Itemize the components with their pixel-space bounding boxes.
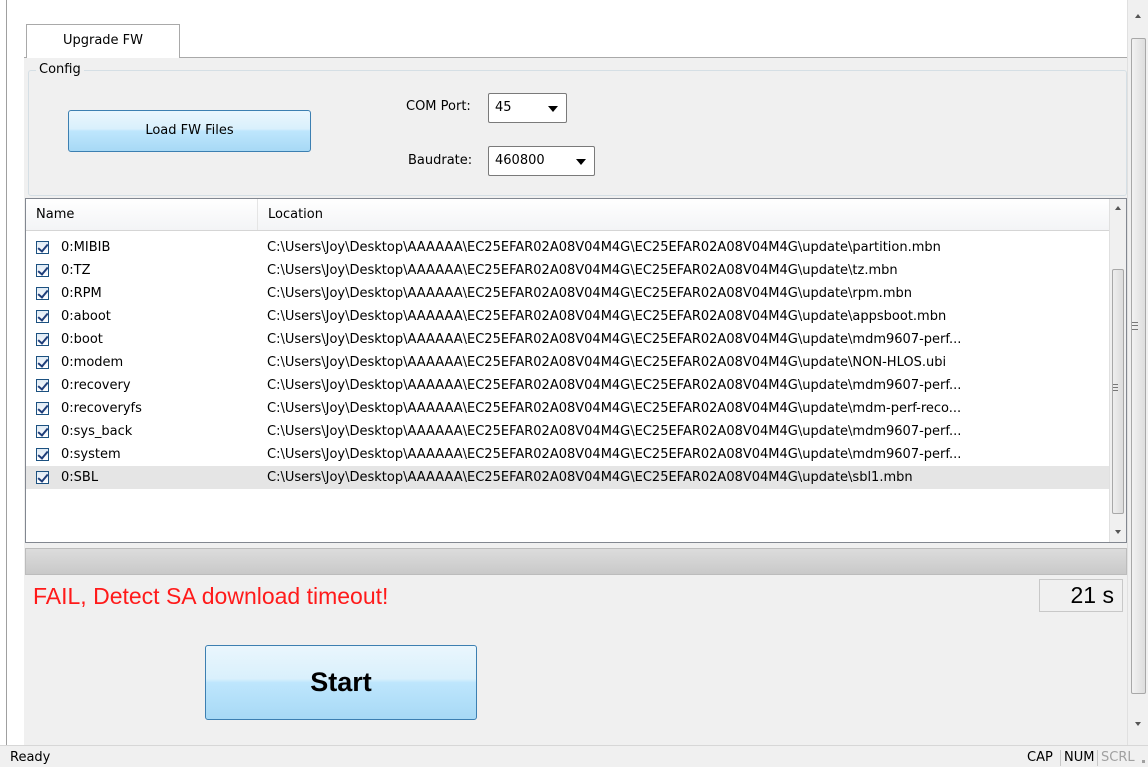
file-location: C:\Users\Joy\Desktop\AAAAAA\EC25EFAR02A0… [267, 447, 962, 462]
list-item[interactable]: 0:aboot C:\Users\Joy\Desktop\AAAAAA\EC25E… [26, 305, 1110, 328]
fw-file-list[interactable]: Name Location 0:MIBIB C:\Users\Joy\Deskto… [25, 198, 1127, 543]
checkbox[interactable] [36, 379, 49, 392]
file-name: 0:recovery [61, 378, 131, 393]
checkbox[interactable] [36, 425, 49, 438]
file-name: 0:RPM [61, 286, 102, 301]
file-name: 0:recoveryfs [61, 401, 142, 416]
file-location: C:\Users\Joy\Desktop\AAAAAA\EC25EFAR02A0… [267, 309, 947, 324]
file-location: C:\Users\Joy\Desktop\AAAAAA\EC25EFAR02A0… [267, 470, 913, 485]
scroll-up-icon[interactable] [1115, 206, 1121, 210]
list-item[interactable]: 0:modem C:\Users\Joy\Desktop\AAAAAA\EC25E… [26, 351, 1110, 374]
file-location: C:\Users\Joy\Desktop\AAAAAA\EC25EFAR02A0… [267, 286, 912, 301]
column-header-name[interactable]: Name [26, 199, 258, 230]
size-grip-icon[interactable] [1142, 760, 1145, 763]
list-item[interactable]: 0:RPM C:\Users\Joy\Desktop\AAAAAA\EC25EFA… [26, 282, 1110, 305]
checkbox[interactable] [36, 471, 49, 484]
file-name: 0:sys_back [61, 424, 133, 439]
elapsed-time: 21 s [1039, 579, 1123, 612]
column-header-location[interactable]: Location [258, 199, 1110, 230]
list-scroll-thumb[interactable] [1112, 269, 1124, 514]
grip-icon [1132, 322, 1138, 330]
file-location: C:\Users\Joy\Desktop\AAAAAA\EC25EFAR02A0… [267, 240, 941, 255]
file-name: 0:system [61, 447, 121, 462]
window-scroll-thumb[interactable] [1131, 38, 1146, 694]
baudrate-value: 460800 [495, 153, 545, 168]
list-item[interactable]: 0:TZ C:\Users\Joy\Desktop\AAAAAA\EC25EFAR… [26, 259, 1110, 282]
file-name: 0:MIBIB [61, 240, 111, 255]
scroll-up-icon[interactable] [1135, 14, 1141, 18]
chevron-down-icon [576, 159, 586, 165]
file-name: 0:TZ [61, 263, 91, 278]
window-left-border [6, 0, 7, 745]
scroll-down-icon[interactable] [1115, 530, 1121, 534]
start-button[interactable]: Start [205, 645, 477, 720]
file-location: C:\Users\Joy\Desktop\AAAAAA\EC25EFAR02A0… [267, 355, 947, 370]
list-header: Name Location [26, 199, 1110, 231]
list-item[interactable]: 0:SBL C:\Users\Joy\Desktop\AAAAAA\EC25EFA… [26, 466, 1110, 489]
file-location: C:\Users\Joy\Desktop\AAAAAA\EC25EFAR02A0… [267, 378, 962, 393]
checkbox[interactable] [36, 264, 49, 277]
cap-indicator: CAP [1027, 750, 1053, 765]
checkbox[interactable] [36, 448, 49, 461]
config-legend: Config [36, 61, 84, 79]
baudrate-select[interactable]: 460800 [488, 146, 595, 176]
scroll-down-icon[interactable] [1135, 722, 1141, 726]
checkbox[interactable] [36, 310, 49, 323]
baudrate-label: Baudrate: [408, 153, 473, 168]
file-location: C:\Users\Joy\Desktop\AAAAAA\EC25EFAR02A0… [267, 424, 962, 439]
tab-upgrade-fw[interactable]: Upgrade FW [26, 24, 180, 58]
file-name: 0:boot [61, 332, 103, 347]
load-fw-files-button[interactable]: Load FW Files [68, 110, 311, 152]
com-port-value: 45 [495, 100, 512, 115]
file-name: 0:modem [61, 355, 124, 370]
status-bar: Ready CAP NUM SCRL [0, 745, 1148, 767]
com-port-select[interactable]: 45 [488, 93, 567, 123]
window-scrollbar[interactable] [1127, 0, 1148, 745]
list-item[interactable]: 0:boot C:\Users\Joy\Desktop\AAAAAA\EC25EF… [26, 328, 1110, 351]
scrl-indicator: SCRL [1101, 750, 1135, 765]
list-item[interactable]: 0:recoveryfs C:\Users\Joy\Desktop\AAAAAA\… [26, 397, 1110, 420]
status-divider [1060, 750, 1061, 766]
num-indicator: NUM [1064, 750, 1095, 765]
file-location: C:\Users\Joy\Desktop\AAAAAA\EC25EFAR02A0… [267, 401, 962, 416]
list-rows: 0:MIBIB C:\Users\Joy\Desktop\AAAAAA\EC25E… [26, 236, 1110, 489]
file-location: C:\Users\Joy\Desktop\AAAAAA\EC25EFAR02A0… [267, 332, 962, 347]
file-location: C:\Users\Joy\Desktop\AAAAAA\EC25EFAR02A0… [267, 263, 898, 278]
status-message: FAIL, Detect SA download timeout! [33, 583, 389, 609]
checkbox[interactable] [36, 402, 49, 415]
checkbox[interactable] [36, 333, 49, 346]
status-text: Ready [10, 750, 51, 765]
grip-icon [1113, 384, 1118, 391]
file-name: 0:aboot [61, 309, 111, 324]
list-item[interactable]: 0:recovery C:\Users\Joy\Desktop\AAAAAA\EC… [26, 374, 1110, 397]
list-item[interactable]: 0:sys_back C:\Users\Joy\Desktop\AAAAAA\EC… [26, 420, 1110, 443]
status-divider [1097, 750, 1098, 766]
chevron-down-icon [548, 106, 558, 112]
checkbox[interactable] [36, 241, 49, 254]
checkbox[interactable] [36, 287, 49, 300]
list-item[interactable]: 0:system C:\Users\Joy\Desktop\AAAAAA\EC25… [26, 443, 1110, 466]
checkbox[interactable] [36, 356, 49, 369]
list-scrollbar[interactable] [1109, 199, 1126, 542]
com-port-label: COM Port: [406, 99, 471, 114]
file-name: 0:SBL [61, 470, 99, 485]
download-progress-bar [25, 548, 1127, 575]
list-item[interactable]: 0:MIBIB C:\Users\Joy\Desktop\AAAAAA\EC25E… [26, 236, 1110, 259]
